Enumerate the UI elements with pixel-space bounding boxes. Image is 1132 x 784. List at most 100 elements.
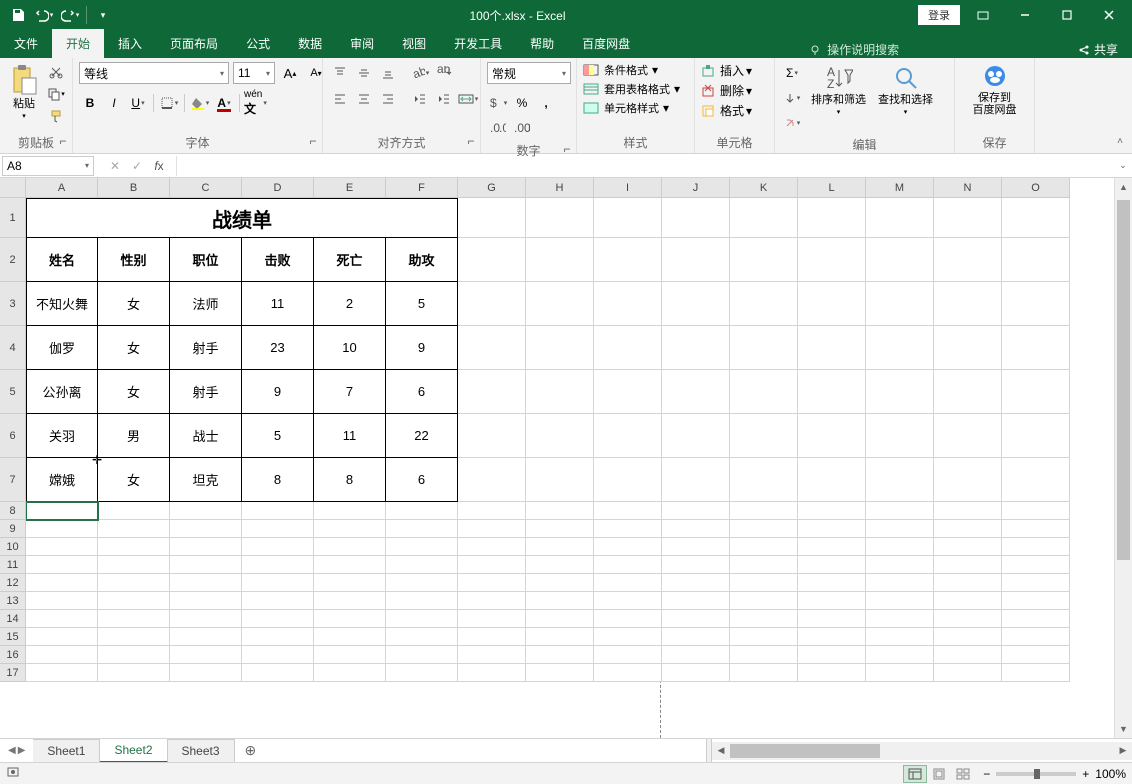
cell[interactable] [458,458,526,502]
cell[interactable] [458,326,526,370]
cell[interactable]: 伽罗 [26,326,98,370]
cell[interactable] [730,628,798,646]
cell[interactable] [526,370,594,414]
cell[interactable] [170,538,242,556]
scroll-up-icon[interactable]: ▲ [1115,178,1132,196]
row-header[interactable]: 12 [0,574,26,592]
cell[interactable]: 女 [98,370,170,414]
cell[interactable] [798,238,866,282]
cell[interactable] [458,610,526,628]
cell[interactable]: 5 [386,282,458,326]
cell[interactable] [458,592,526,610]
vertical-scrollbar[interactable]: ▲ ▼ [1114,178,1132,738]
orientation-icon[interactable]: ab▾ [409,62,431,84]
cell[interactable] [662,458,730,502]
cell[interactable] [866,238,934,282]
cell[interactable] [594,326,662,370]
cell[interactable] [170,646,242,664]
cell[interactable] [730,520,798,538]
fx-icon[interactable]: fx [150,157,168,175]
cell[interactable] [98,592,170,610]
increase-indent-icon[interactable] [433,88,455,110]
column-header[interactable]: D [242,178,314,198]
cell[interactable] [934,502,1002,520]
cell[interactable]: 战士 [170,414,242,458]
cell[interactable] [934,370,1002,414]
enter-formula-icon[interactable]: ✓ [128,157,146,175]
cell[interactable]: 不知火舞 [26,282,98,326]
cell[interactable] [662,592,730,610]
cell[interactable]: 性别 [98,238,170,282]
page-break-view-icon[interactable] [951,765,975,783]
cell[interactable] [662,326,730,370]
format-table-button[interactable]: 套用表格格式▾ [583,81,680,97]
formula-input[interactable] [181,156,1114,176]
cell[interactable]: 射手 [170,326,242,370]
row-header[interactable]: 8 [0,502,26,520]
cell[interactable]: 战绩单 [26,198,458,238]
font-dialog-icon[interactable]: ⌐ [308,134,318,144]
cell[interactable] [798,628,866,646]
cell[interactable] [866,592,934,610]
comma-format-icon[interactable]: , [535,92,557,114]
cell[interactable]: 10 [314,326,386,370]
cell[interactable] [98,520,170,538]
sheet-nav[interactable]: ◀▶ [0,745,33,756]
cell[interactable] [594,574,662,592]
page-layout-view-icon[interactable] [927,765,951,783]
cell[interactable] [662,520,730,538]
row-header[interactable]: 17 [0,664,26,682]
cell[interactable] [798,646,866,664]
row-header[interactable]: 11 [0,556,26,574]
cell[interactable] [594,610,662,628]
cell-styles-button[interactable]: 单元格样式▾ [583,100,669,116]
cell[interactable] [866,628,934,646]
cell[interactable] [26,538,98,556]
clear-button[interactable]: ▾ [781,112,803,134]
cell[interactable] [458,198,526,238]
cell[interactable] [1002,502,1070,520]
cell[interactable] [866,414,934,458]
cell[interactable] [242,664,314,682]
share-button[interactable]: 共享 [1064,41,1132,58]
cell[interactable] [798,538,866,556]
cell[interactable] [242,592,314,610]
redo-icon[interactable]: ▾ [58,3,82,27]
align-center-icon[interactable] [353,88,375,110]
cell[interactable] [798,556,866,574]
sheet-tab[interactable]: Sheet2 [100,739,167,763]
cell[interactable] [594,370,662,414]
cell[interactable] [526,414,594,458]
column-header[interactable]: A [26,178,98,198]
underline-button[interactable]: U▾ [127,92,149,114]
cell[interactable] [730,592,798,610]
column-header[interactable]: K [730,178,798,198]
cell[interactable] [594,556,662,574]
cell[interactable] [730,664,798,682]
cell[interactable] [242,574,314,592]
column-header[interactable]: B [98,178,170,198]
ribbon-tab-5[interactable]: 数据 [284,29,336,58]
prev-sheet-icon[interactable]: ◀ [8,745,16,756]
cell[interactable] [934,326,1002,370]
row-header[interactable]: 4 [0,326,26,370]
cell[interactable] [594,538,662,556]
cell[interactable] [934,238,1002,282]
cell[interactable] [934,198,1002,238]
cell[interactable] [526,458,594,502]
column-header[interactable]: M [866,178,934,198]
ribbon-tab-7[interactable]: 视图 [388,29,440,58]
cell[interactable] [594,414,662,458]
cell[interactable] [866,538,934,556]
row-header[interactable]: 7 [0,458,26,502]
format-painter-button[interactable] [46,106,66,126]
ribbon-tab-4[interactable]: 公式 [232,29,284,58]
cell[interactable] [1002,414,1070,458]
cell[interactable] [866,502,934,520]
row-header[interactable]: 9 [0,520,26,538]
font-color-button[interactable]: A▾ [213,92,235,114]
cell[interactable] [730,556,798,574]
horizontal-scroll-thumb[interactable] [730,744,880,758]
cell[interactable] [798,414,866,458]
cell[interactable]: 9 [242,370,314,414]
